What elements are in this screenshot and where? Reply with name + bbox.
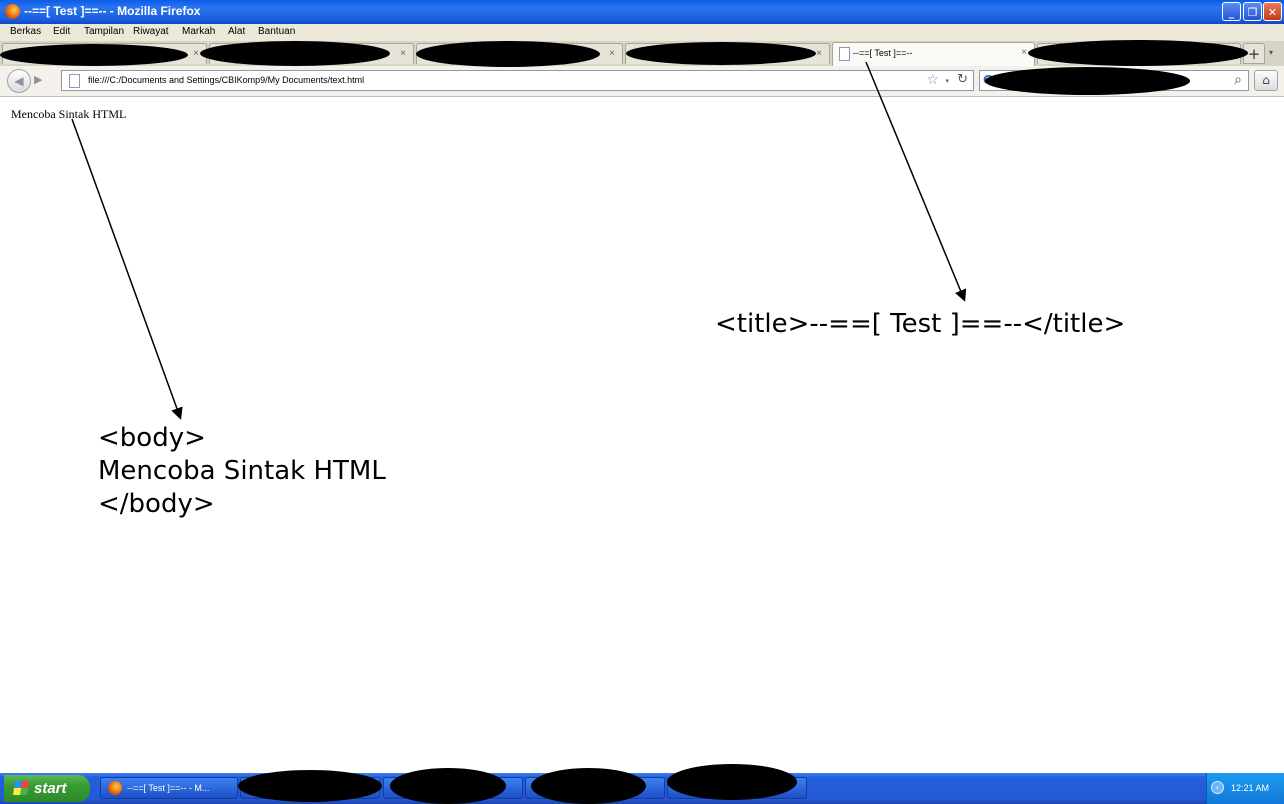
menu-item-alat[interactable]: Alat (228, 26, 245, 37)
menu-item-riwayat[interactable]: Riwayat (133, 26, 169, 37)
forward-button[interactable]: ▶ (34, 73, 42, 86)
firefox-icon (5, 4, 20, 19)
menu-item-berkas[interactable]: Berkas (10, 26, 41, 37)
annotation-body-close: </body> (98, 489, 215, 519)
bookmark-star-icon[interactable]: ☆ (926, 72, 939, 88)
tab-close-icon[interactable]: × (193, 48, 199, 59)
annotation-body-text: Mencoba Sintak HTML (98, 456, 386, 486)
start-label: start (34, 780, 67, 797)
annotation-title-tag: <title>--==[ Test ]==--</title> (715, 309, 1126, 339)
windows-flag-icon (13, 781, 29, 795)
tab-label: --==[ Test ]==-- (853, 48, 913, 58)
tray-expand-icon[interactable]: ‹ (1211, 781, 1224, 794)
menu-item-bantuan[interactable]: Bantuan (258, 26, 295, 37)
tab-close-icon[interactable]: × (400, 48, 406, 59)
redaction-blob (238, 770, 382, 802)
url-history-dropdown-icon[interactable]: ▾ (945, 77, 949, 85)
page-icon (839, 47, 850, 61)
tab-active-test[interactable]: --==[ Test ]==-- × (832, 42, 1035, 66)
minimize-button[interactable]: _ (1222, 2, 1241, 21)
url-text[interactable]: file:///C:/Documents and Settings/CBIKom… (88, 75, 364, 85)
redaction-blob (416, 41, 600, 67)
tab-list-chevron-icon[interactable]: ▾ (1269, 48, 1273, 57)
home-button[interactable]: ⌂ (1254, 70, 1278, 91)
redaction-blob (200, 41, 390, 66)
page-icon (69, 74, 80, 88)
start-button[interactable]: start (4, 775, 90, 802)
tab-close-icon[interactable]: × (816, 48, 822, 59)
firefox-icon (108, 781, 122, 795)
clock: 12:21 AM (1231, 783, 1270, 793)
tab-close-icon[interactable]: × (609, 48, 615, 59)
window-titlebar: --==[ Test ]==-- - Mozilla Firefox _ ❐ ✕ (0, 0, 1284, 24)
annotation-body-open: <body> (98, 423, 206, 453)
redaction-blob (1028, 40, 1248, 66)
back-button[interactable]: ◀ (7, 69, 31, 93)
redaction-blob (626, 42, 816, 65)
menu-bar: Berkas Edit Tampilan Riwayat Markah Alat… (0, 24, 1284, 41)
redaction-blob (667, 764, 797, 800)
redaction-blob (390, 768, 506, 804)
menu-item-tampilan[interactable]: Tampilan (84, 26, 124, 37)
url-bar[interactable]: file:///C:/Documents and Settings/CBIKom… (61, 70, 974, 91)
close-window-button[interactable]: ✕ (1263, 2, 1282, 21)
taskbar-item-label: --==[ Test ]==-- - M... (127, 783, 210, 793)
window-title: --==[ Test ]==-- - Mozilla Firefox (24, 4, 201, 18)
redaction-blob (531, 768, 646, 804)
redaction-blob (0, 44, 188, 66)
search-icon[interactable]: ⌕ (1234, 72, 1242, 88)
menu-item-markah[interactable]: Markah (182, 26, 215, 37)
redaction-blob (985, 67, 1190, 95)
restore-button[interactable]: ❐ (1243, 2, 1262, 21)
page-body-text: Mencoba Sintak HTML (11, 107, 127, 121)
tab-close-icon[interactable]: × (1021, 47, 1027, 58)
menu-item-edit[interactable]: Edit (53, 26, 70, 37)
system-tray: ‹ 12:21 AM (1206, 773, 1284, 804)
taskbar-item-firefox[interactable]: --==[ Test ]==-- - M... (100, 777, 238, 799)
reload-icon[interactable]: ↻ (957, 72, 968, 87)
